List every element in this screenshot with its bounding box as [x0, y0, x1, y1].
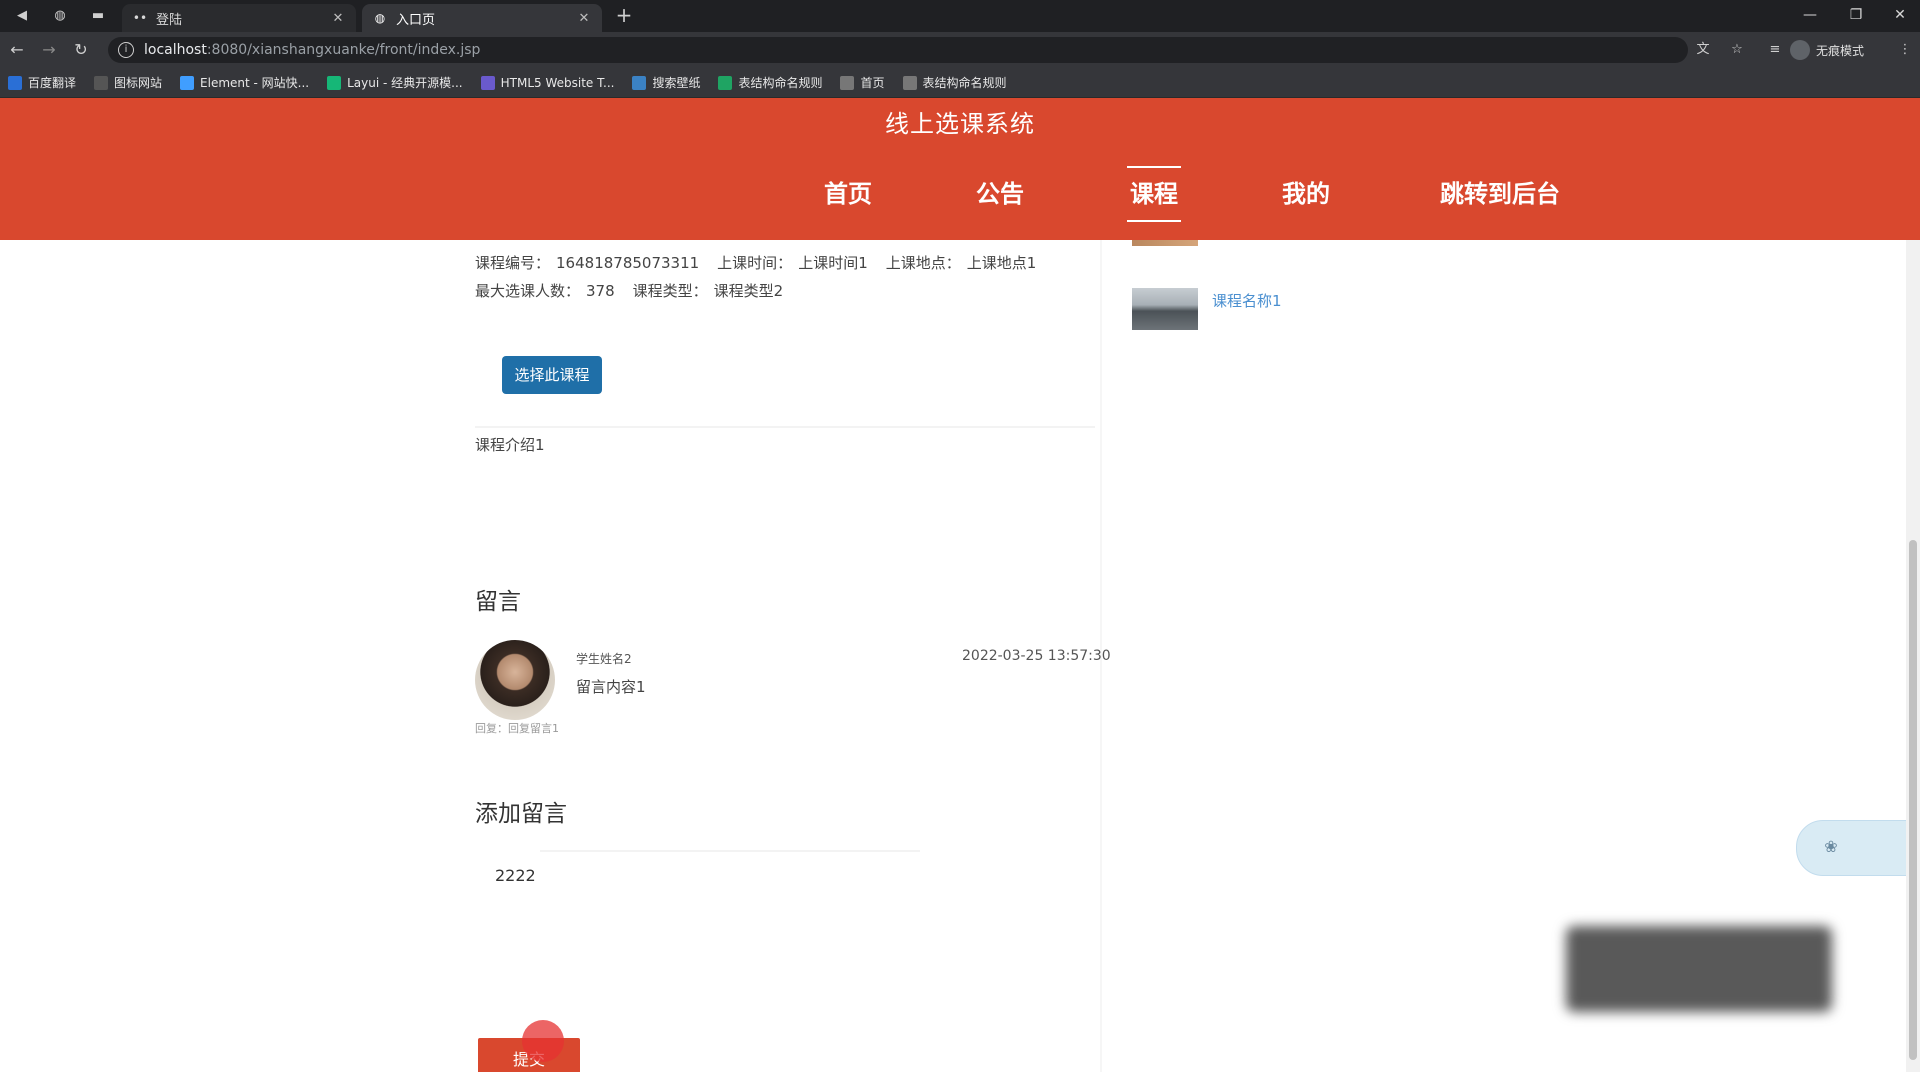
reading-list-icon[interactable]: ≡	[1764, 39, 1786, 61]
add-comment-title: 添加留言	[475, 801, 567, 827]
forward-icon[interactable]: →	[38, 39, 60, 61]
new-tab-button[interactable]: +	[612, 4, 636, 28]
browser-tab-bar: ◀ ◍ ▬ •• 登陆 ✕ ◍ 入口页 ✕ + — ❐ ✕	[0, 0, 1920, 32]
course-place-value: 上课地点1	[966, 254, 1037, 272]
page-content: 课程编号： 1648187850733​11 上课时间： 上课时间1 上课地点： 上课地点…	[0, 240, 1920, 1072]
close-icon[interactable]: ✕	[576, 11, 592, 26]
course-thumbnail[interactable]	[1132, 288, 1198, 330]
globe-icon	[902, 75, 917, 90]
main-nav: 首页 公告 课程 我的 跳转到后台	[0, 166, 1920, 226]
avatar	[475, 640, 555, 720]
course-info-line-2: 最大选课人数： 378 课程类型： 课程类型2	[475, 280, 789, 301]
nav-go-to-admin[interactable]: 跳转到后台	[1430, 166, 1570, 222]
bookmark-item[interactable]: HTML5 Website T...	[480, 75, 615, 90]
bookmark-label: 图标网站	[114, 76, 163, 90]
globe-icon	[840, 75, 855, 90]
back-icon[interactable]: ←	[6, 39, 28, 61]
dots-icon: ••	[132, 11, 148, 25]
comment-content: 留言内容1	[576, 678, 646, 696]
window-icon[interactable]: ▬	[88, 6, 108, 26]
sheet-icon	[718, 75, 733, 90]
bookmark-item[interactable]: 百度翻译	[8, 74, 76, 91]
comment-time: 2022-03-25 13:57:30	[962, 648, 1111, 664]
reload-icon[interactable]: ↻	[70, 39, 92, 61]
speaker-icon[interactable]: ◀	[12, 6, 32, 26]
bookmark-label: 百度翻译	[28, 76, 77, 90]
globe-icon[interactable]: ◍	[50, 6, 70, 26]
course-type-value: 课程类型2	[713, 282, 784, 300]
comment-author: 学生姓名2	[576, 652, 632, 666]
tab-title: 登陆	[156, 12, 183, 28]
tab-login[interactable]: •• 登陆 ✕	[122, 4, 356, 32]
course-code-value: 1648187850733​11	[556, 254, 700, 272]
course-thumbnail[interactable]	[1132, 240, 1198, 246]
address-bar: ← → ↻ i localhost:8080/xianshangxuanke/f…	[0, 32, 1920, 68]
bookmark-label: Element - 网站快...	[200, 76, 310, 90]
element-icon	[180, 75, 195, 90]
nav-announcements[interactable]: 公告	[972, 166, 1028, 222]
comment-reply: 回复：回复留言1	[475, 722, 559, 735]
course-info-line-1: 课程编号： 1648187850733​11 上课时间： 上课时间1 上课地点： 上课地点…	[475, 252, 1042, 273]
bookmark-item[interactable]: Element - 网站快...	[180, 74, 309, 91]
max-students-label: 最大选课人数：	[475, 282, 581, 300]
bookmark-label: 表结构命名规则	[738, 76, 823, 90]
divider	[540, 850, 920, 852]
url-field[interactable]: i localhost:8080/xianshangxuanke/front/i…	[108, 37, 1688, 63]
bookmark-item[interactable]: 搜索壁纸	[632, 74, 700, 91]
globe-icon: ◍	[374, 11, 386, 25]
site-title: 线上选课系统	[885, 110, 1035, 138]
bookmark-item[interactable]: 表结构命名规则	[718, 74, 822, 91]
url-path: :8080/xianshangxuanke/front/index.jsp	[206, 42, 481, 58]
nav-home[interactable]: 首页	[820, 166, 876, 222]
close-icon[interactable]: ✕	[330, 11, 346, 26]
close-window-icon[interactable]: ✕	[1880, 4, 1920, 28]
bookmark-label: Layui - 经典开源模...	[347, 76, 463, 90]
comment-input[interactable]	[475, 854, 1100, 1024]
course-intro: 课程介绍1	[475, 436, 545, 454]
course-code-label: 课程编号：	[475, 254, 551, 272]
wallpaper-icon	[632, 75, 647, 90]
floating-assistant-widget[interactable]: ❀	[1796, 820, 1920, 876]
bookmark-item[interactable]: 图标网站	[94, 74, 162, 91]
divider	[475, 426, 1095, 428]
flag-icon	[94, 75, 109, 90]
course-time-value: 上课时间1	[798, 254, 868, 272]
nav-courses[interactable]: 课程	[1127, 166, 1181, 222]
translate-icon[interactable]: 文	[1692, 39, 1714, 61]
assistant-icon: ❀	[1824, 837, 1838, 856]
layui-icon	[327, 75, 342, 90]
bookmark-item[interactable]: Layui - 经典开源模...	[327, 74, 463, 91]
bookmark-item[interactable]: 首页	[840, 74, 885, 91]
bookmarks-bar: 百度翻译 图标网站 Element - 网站快... Layui - 经典开源模...…	[0, 68, 1920, 98]
max-students-value: 378	[586, 282, 615, 300]
bookmark-label: 搜索壁纸	[652, 76, 701, 90]
course-place-label: 上课地点：	[885, 254, 961, 272]
url-host: localhost	[144, 42, 207, 58]
info-icon[interactable]: i	[118, 42, 134, 58]
course-time-label: 上课时间：	[717, 254, 793, 272]
tab-title: 入口页	[396, 12, 436, 28]
blurred-overlay	[1566, 926, 1832, 1012]
restore-icon[interactable]: ❐	[1836, 4, 1876, 28]
minimize-icon[interactable]: —	[1790, 4, 1830, 28]
bookmark-label: HTML5 Website T...	[500, 75, 615, 90]
star-icon[interactable]: ☆	[1726, 39, 1748, 61]
profile-label: 无痕模式	[1816, 43, 1865, 58]
select-course-button[interactable]: 选择此课程	[502, 356, 602, 394]
more-menu-icon[interactable]: ⋮	[1894, 39, 1916, 61]
html5-icon	[480, 75, 495, 90]
nav-mine[interactable]: 我的	[1278, 166, 1334, 222]
sidebar-course-link[interactable]: 课程名称1	[1212, 290, 1282, 311]
bookmark-label: 表结构命名规则	[922, 76, 1007, 90]
translate-icon	[8, 75, 22, 90]
incognito-profile[interactable]: 无痕模式	[1790, 37, 1864, 63]
incognito-icon	[1790, 40, 1810, 60]
bookmark-item[interactable]: 表结构命名规则	[902, 74, 1007, 91]
course-type-label: 课程类型：	[632, 282, 708, 300]
comments-title: 留言	[475, 589, 521, 615]
bookmark-label: 首页	[860, 76, 885, 90]
cursor-click-indicator	[522, 1020, 564, 1062]
scrollbar-thumb[interactable]	[1909, 540, 1917, 1060]
tab-entry-page[interactable]: ◍ 入口页 ✕	[362, 4, 602, 32]
